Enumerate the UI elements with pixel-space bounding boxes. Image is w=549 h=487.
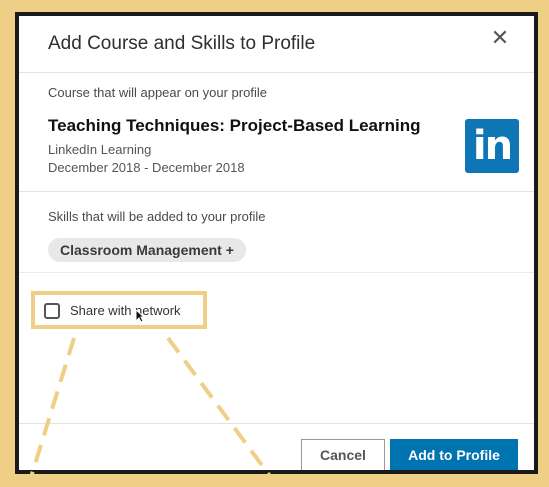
course-section: Course that will appear on your profile … — [19, 73, 534, 192]
course-section-label: Course that will appear on your profile — [48, 85, 267, 100]
dialog-header: Add Course and Skills to Profile ✕ — [19, 16, 534, 73]
course-title: Teaching Techniques: Project-Based Learn… — [48, 116, 421, 135]
mouse-cursor-icon — [135, 308, 146, 326]
share-label[interactable]: Share with network — [70, 303, 181, 318]
linkedin-logo-icon: in — [465, 119, 519, 173]
add-to-profile-button[interactable]: Add to Profile — [390, 439, 518, 470]
share-highlight-box: Share with network — [31, 291, 207, 329]
dialog-footer: Cancel Add to Profile — [19, 423, 534, 470]
skill-pill[interactable]: Classroom Management + — [48, 238, 246, 262]
skills-section: Skills that will be added to your profil… — [19, 192, 534, 272]
share-checkbox[interactable] — [44, 303, 60, 319]
skills-section-label: Skills that will be added to your profil… — [48, 209, 266, 224]
add-course-dialog: Add Course and Skills to Profile ✕ Cours… — [19, 16, 534, 470]
course-provider: LinkedIn Learning — [48, 142, 152, 157]
share-section: Share with network — [19, 272, 534, 433]
dialog-title: Add Course and Skills to Profile — [48, 33, 316, 54]
course-dates: December 2018 - December 2018 — [48, 160, 245, 175]
cancel-button[interactable]: Cancel — [301, 439, 385, 470]
screenshot-stage: Add Course and Skills to Profile ✕ Cours… — [0, 0, 549, 487]
close-icon[interactable]: ✕ — [488, 26, 512, 50]
